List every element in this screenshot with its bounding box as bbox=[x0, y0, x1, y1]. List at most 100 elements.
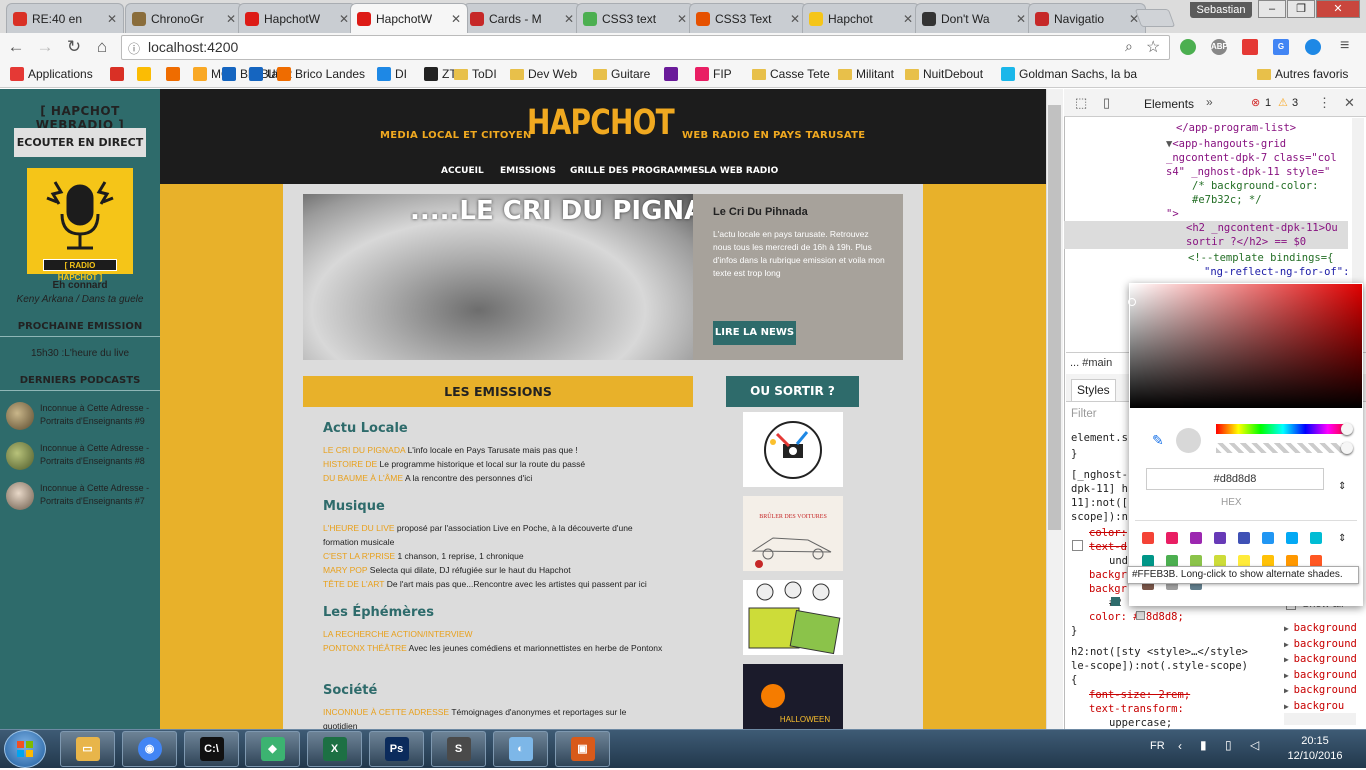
zoom-icon[interactable]: ⌕ bbox=[1125, 38, 1133, 55]
bookmark-folder[interactable]: Casse Tete bbox=[752, 67, 830, 81]
expand-icon[interactable]: ▶ bbox=[1284, 671, 1294, 680]
browser-tab[interactable]: HapchotW ✕ bbox=[238, 3, 356, 33]
taskbar-photoshop[interactable]: Ps bbox=[369, 731, 424, 767]
color-swatch[interactable] bbox=[1238, 532, 1250, 544]
css-line[interactable]: 11]:not([ bbox=[1071, 496, 1128, 510]
computed-scrollbar[interactable] bbox=[1284, 713, 1356, 725]
color-swatch[interactable] bbox=[1111, 597, 1120, 606]
language-indicator[interactable]: FR bbox=[1150, 740, 1165, 752]
device-icon[interactable]: ▯ bbox=[1103, 95, 1110, 111]
css-line[interactable]: text-transform: bbox=[1089, 702, 1184, 716]
home-icon[interactable]: ⌂ bbox=[92, 37, 112, 57]
color-swatch[interactable] bbox=[1286, 532, 1298, 544]
emission-name[interactable]: LA RECHERCHE ACTION/INTERVIEW bbox=[323, 629, 473, 639]
emission-item[interactable]: HISTOIRE DE Le programme historique et l… bbox=[323, 457, 663, 471]
outing-image-halloween[interactable]: HALLOWEEN bbox=[743, 664, 843, 729]
bookmark-folder[interactable]: NuitDebout bbox=[905, 67, 983, 81]
color-swatch[interactable] bbox=[1214, 532, 1226, 544]
extension-icon[interactable] bbox=[1180, 39, 1196, 55]
bookmark-folder[interactable]: Dev Web bbox=[510, 67, 577, 81]
css-line[interactable]: backgr bbox=[1089, 582, 1127, 596]
eyedropper-icon[interactable]: ✎ bbox=[1152, 432, 1164, 449]
browser-tab[interactable]: Don't Wa ✕ bbox=[915, 3, 1033, 33]
back-icon[interactable]: ← bbox=[6, 37, 26, 57]
browser-tab[interactable]: RE:40 en ✕ bbox=[6, 3, 124, 33]
podcast-item[interactable]: Inconnue à Cette Adresse - Portraits d'E… bbox=[6, 442, 156, 470]
clock[interactable]: 20:15 12/10/2016 bbox=[1285, 734, 1345, 764]
dom-node[interactable]: ▼<app-hangouts-grid _ngcontent-dpk-7 cla… bbox=[1066, 137, 1348, 179]
close-tab-icon[interactable]: ✕ bbox=[107, 12, 117, 26]
color-swatch[interactable] bbox=[1142, 532, 1154, 544]
bookmark-fip[interactable]: FIP bbox=[695, 67, 732, 81]
breadcrumb-text[interactable]: ... #main bbox=[1066, 357, 1112, 369]
saturation-area[interactable] bbox=[1130, 284, 1362, 408]
css-line[interactable]: dpk-11] h bbox=[1071, 482, 1128, 496]
css-line[interactable]: { bbox=[1071, 673, 1077, 687]
taskbar-presentation[interactable]: ▣ bbox=[555, 731, 610, 767]
profile-name[interactable]: Sebastian bbox=[1190, 2, 1252, 18]
podcast-item[interactable]: Inconnue à Cette Adresse - Portraits d'E… bbox=[6, 402, 156, 430]
battery-icon[interactable]: ▯ bbox=[1225, 738, 1232, 752]
taskbar-chrome[interactable]: ◉ bbox=[122, 731, 177, 767]
adblock-icon[interactable]: ABP bbox=[1211, 39, 1228, 55]
bookmark-folder[interactable]: Militant bbox=[838, 67, 894, 81]
taskbar-sublime[interactable]: S bbox=[431, 731, 486, 767]
computed-property[interactable]: ▶ background bbox=[1284, 682, 1357, 699]
hex-input[interactable]: #d8d8d8 bbox=[1146, 468, 1324, 490]
nav-emissions[interactable]: EMISSIONS bbox=[500, 166, 556, 176]
css-line[interactable]: h2:not([sty <style>…</style> bbox=[1071, 645, 1248, 659]
taskbar-paint[interactable]: ◐ bbox=[493, 731, 548, 767]
css-line[interactable]: scope]):n bbox=[1071, 510, 1128, 524]
close-tab-icon[interactable]: ✕ bbox=[677, 12, 687, 26]
css-line[interactable]: le-scope]):not(.style-scope) bbox=[1071, 659, 1248, 673]
error-icon[interactable]: ⊗ bbox=[1251, 96, 1260, 109]
close-tab-icon[interactable]: ✕ bbox=[903, 12, 913, 26]
star-icon[interactable]: ☆ bbox=[1146, 37, 1160, 57]
close-tab-icon[interactable]: ✕ bbox=[451, 12, 461, 26]
browser-tab[interactable]: HapchotW ✕ bbox=[350, 3, 468, 33]
bookmark-apps[interactable]: Applications bbox=[10, 67, 93, 81]
forward-icon[interactable]: → bbox=[35, 37, 55, 57]
emission-name[interactable]: HISTOIRE DE bbox=[323, 459, 377, 469]
close-tab-icon[interactable]: ✕ bbox=[790, 12, 800, 26]
volume-icon[interactable]: ◁ bbox=[1250, 738, 1259, 752]
outing-image-cercle[interactable] bbox=[743, 412, 843, 487]
emission-item[interactable]: PONTONX THÉÂTRE Avec les jeunes comédien… bbox=[323, 641, 663, 655]
browser-tab[interactable]: Cards - M ✕ bbox=[463, 3, 581, 33]
expand-icon[interactable]: ▶ bbox=[1284, 655, 1294, 664]
menu-icon[interactable]: ≡ bbox=[1340, 37, 1349, 55]
css-line[interactable]: und bbox=[1109, 554, 1128, 568]
taskbar-explorer[interactable]: ▭ bbox=[60, 731, 115, 767]
translate-icon[interactable]: G bbox=[1273, 39, 1289, 55]
taskbar-cmd[interactable]: C:\ bbox=[184, 731, 239, 767]
bookmark-folder[interactable]: ToDI bbox=[454, 67, 497, 81]
page-scrollbar-thumb[interactable] bbox=[1048, 105, 1061, 530]
listen-live-button[interactable]: ECOUTER EN DIRECT bbox=[14, 128, 146, 157]
bookmark-folder[interactable]: Guitare bbox=[593, 67, 650, 81]
podcast-item[interactable]: Inconnue à Cette Adresse - Portraits d'E… bbox=[6, 482, 156, 510]
color-swatch[interactable] bbox=[1262, 532, 1274, 544]
warning-icon[interactable]: ⚠ bbox=[1278, 96, 1288, 109]
hue-handle[interactable] bbox=[1341, 423, 1353, 435]
browser-tab[interactable]: Hapchot ✕ bbox=[802, 3, 920, 33]
format-toggle-icon[interactable]: ⇕ bbox=[1338, 481, 1346, 492]
emission-item[interactable]: MARY POP Selecta qui dilate, DJ réfugiée… bbox=[323, 563, 663, 577]
tray-arrow-icon[interactable]: ‹ bbox=[1178, 739, 1182, 753]
styles-filter[interactable]: Filter bbox=[1071, 408, 1097, 420]
more-tabs-icon[interactable]: » bbox=[1206, 95, 1213, 109]
computed-property[interactable]: ▶ background bbox=[1284, 620, 1357, 637]
property-checkbox[interactable] bbox=[1072, 540, 1083, 551]
nav-home[interactable]: ACCUEIL bbox=[441, 166, 484, 176]
emission-item[interactable]: LA RECHERCHE ACTION/INTERVIEW bbox=[323, 627, 663, 641]
bookmark-vimeo[interactable]: Goldman Sachs, la ba bbox=[1001, 67, 1137, 81]
outing-image-loto[interactable] bbox=[743, 580, 843, 655]
browser-tab[interactable]: CSS3 Text ✕ bbox=[689, 3, 807, 33]
browser-tab[interactable]: Navigatio ✕ bbox=[1028, 3, 1146, 33]
bookmark-site[interactable]: Brico Landes bbox=[277, 67, 365, 81]
browser-tab[interactable]: CSS3 text ✕ bbox=[576, 3, 694, 33]
selected-dom-node[interactable]: <h2 _ngcontent-dpk-11>Ou sortir ?</h2> =… bbox=[1064, 221, 1348, 249]
emission-name[interactable]: TÊTE DE L'ART bbox=[323, 579, 384, 589]
css-line[interactable]: backgr bbox=[1089, 568, 1127, 582]
read-news-button[interactable]: LIRE LA NEWS bbox=[713, 321, 796, 345]
close-tab-icon[interactable]: ✕ bbox=[1016, 12, 1026, 26]
